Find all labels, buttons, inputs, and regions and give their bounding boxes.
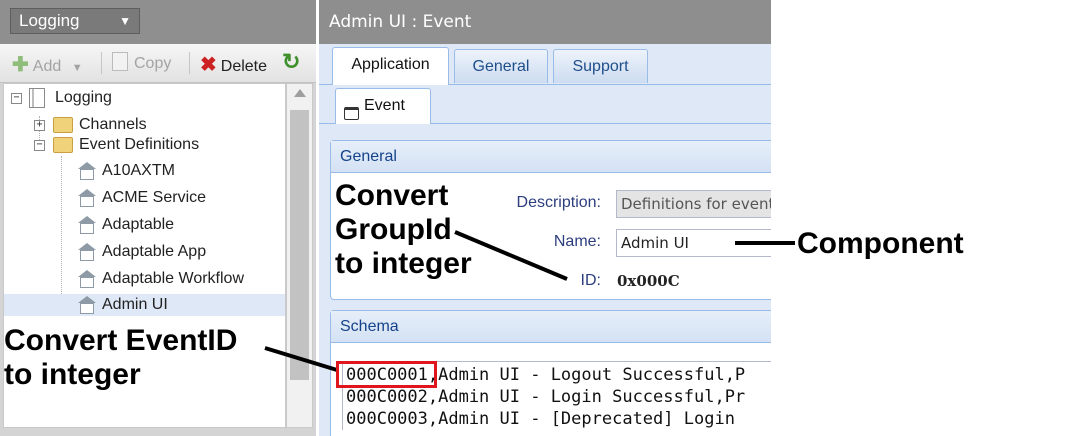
- copy-button[interactable]: Copy: [112, 52, 171, 73]
- tree-node-channels[interactable]: + Channels: [4, 114, 285, 136]
- annotation-convert-eventid: Convert EventID to integer: [4, 324, 237, 392]
- subtab-event-label: Event: [364, 97, 405, 114]
- delete-button[interactable]: ✖ Delete: [200, 52, 267, 77]
- annotation-line: to integer: [335, 247, 472, 280]
- copy-label: Copy: [134, 55, 172, 72]
- scroll-up-arrow-icon[interactable]: [294, 89, 306, 97]
- subtab-event[interactable]: Event: [335, 88, 431, 124]
- tab-application[interactable]: Application: [332, 47, 449, 85]
- tree-node-event-definition-selected[interactable]: Admin UI: [4, 294, 285, 316]
- event-definition-icon: [78, 243, 96, 261]
- tree-node-event-definition[interactable]: Adaptable App: [4, 241, 285, 263]
- toolbar-divider: [189, 52, 190, 74]
- general-group-header: General: [331, 141, 771, 173]
- tree-scrollbar[interactable]: [286, 83, 313, 428]
- tree-toolbar: ✚ Add ▼ Copy ✖ Delete: [0, 44, 316, 83]
- annotation-line: GroupId: [335, 213, 452, 246]
- delete-label: Delete: [220, 58, 268, 75]
- annotation-convert-groupid: Convert GroupId to integer: [335, 179, 472, 281]
- folder-icon: [53, 137, 73, 153]
- refresh-icon[interactable]: ↻: [282, 49, 300, 75]
- folder-icon: [53, 117, 73, 133]
- annotation-line: to integer: [4, 358, 141, 391]
- tree-node-logging[interactable]: − Logging: [4, 87, 285, 109]
- toolbar-divider: [101, 52, 102, 74]
- annotation-component: Component: [797, 227, 964, 260]
- event-definition-icon: [78, 189, 96, 207]
- add-label: Add: [32, 58, 62, 75]
- collapse-icon[interactable]: −: [11, 93, 22, 104]
- tree-node-event-definition[interactable]: A10AXTM: [4, 160, 285, 182]
- tree-node-event-definition[interactable]: Adaptable Workflow: [4, 268, 285, 290]
- tree-node-label: Event Definitions: [79, 136, 200, 153]
- annotation-line: Convert EventID: [4, 324, 238, 357]
- id-value: 0x000C: [617, 272, 680, 290]
- tree-node-label: Logging: [55, 89, 112, 106]
- event-definition-icon: [78, 296, 96, 314]
- tree-node-event-definition[interactable]: ACME Service: [4, 187, 285, 209]
- log-book-icon: [29, 88, 45, 108]
- expand-icon[interactable]: +: [34, 120, 45, 131]
- eventid-highlight-box: [336, 361, 437, 388]
- schema-line: 000C0002,Admin UI - Login Successful,Pr: [346, 387, 746, 407]
- event-definition-icon: [78, 216, 96, 234]
- copy-icon: [112, 52, 128, 71]
- chevron-down-icon: ▼: [119, 14, 131, 28]
- collapse-icon[interactable]: −: [34, 140, 45, 151]
- add-button[interactable]: ✚ Add ▼: [12, 52, 83, 77]
- name-field[interactable]: Admin UI: [616, 229, 771, 257]
- tree-node-label: Admin UI: [102, 296, 168, 313]
- tree-node-label: ACME Service: [102, 189, 207, 206]
- event-definition-icon: [78, 162, 96, 180]
- tree-node-label: Adaptable: [102, 216, 175, 233]
- annotation-line: Convert: [335, 179, 449, 212]
- chevron-down-icon: ▼: [71, 62, 83, 74]
- module-bar: Logging ▼: [0, 0, 316, 44]
- tree-node-event-definition[interactable]: Adaptable: [4, 214, 285, 236]
- event-definition-icon: [78, 270, 96, 288]
- plus-icon: ✚: [12, 54, 29, 76]
- detail-title: Admin UI : Event: [319, 0, 771, 44]
- module-select-value: Logging: [19, 11, 80, 30]
- tab-support[interactable]: Support: [553, 49, 648, 83]
- tree-node-label: Adaptable Workflow: [102, 270, 244, 287]
- tree-node-label: Adaptable App: [102, 243, 207, 260]
- tree-node-label: Channels: [79, 116, 147, 133]
- module-select[interactable]: Logging ▼: [10, 8, 140, 34]
- schema-group-header: Schema: [331, 311, 771, 343]
- tree-node-label: A10AXTM: [102, 162, 175, 179]
- schema-line: 000C0003,Admin UI - [Deprecated] Login: [346, 409, 735, 429]
- scrollbar-thumb[interactable]: [290, 110, 309, 380]
- window-icon: [344, 107, 359, 120]
- description-field[interactable]: Definitions for events: [616, 190, 771, 218]
- delete-x-icon: ✖: [200, 54, 217, 76]
- tree-node-event-definitions[interactable]: − Event Definitions: [4, 134, 285, 156]
- tab-general[interactable]: General: [454, 49, 548, 83]
